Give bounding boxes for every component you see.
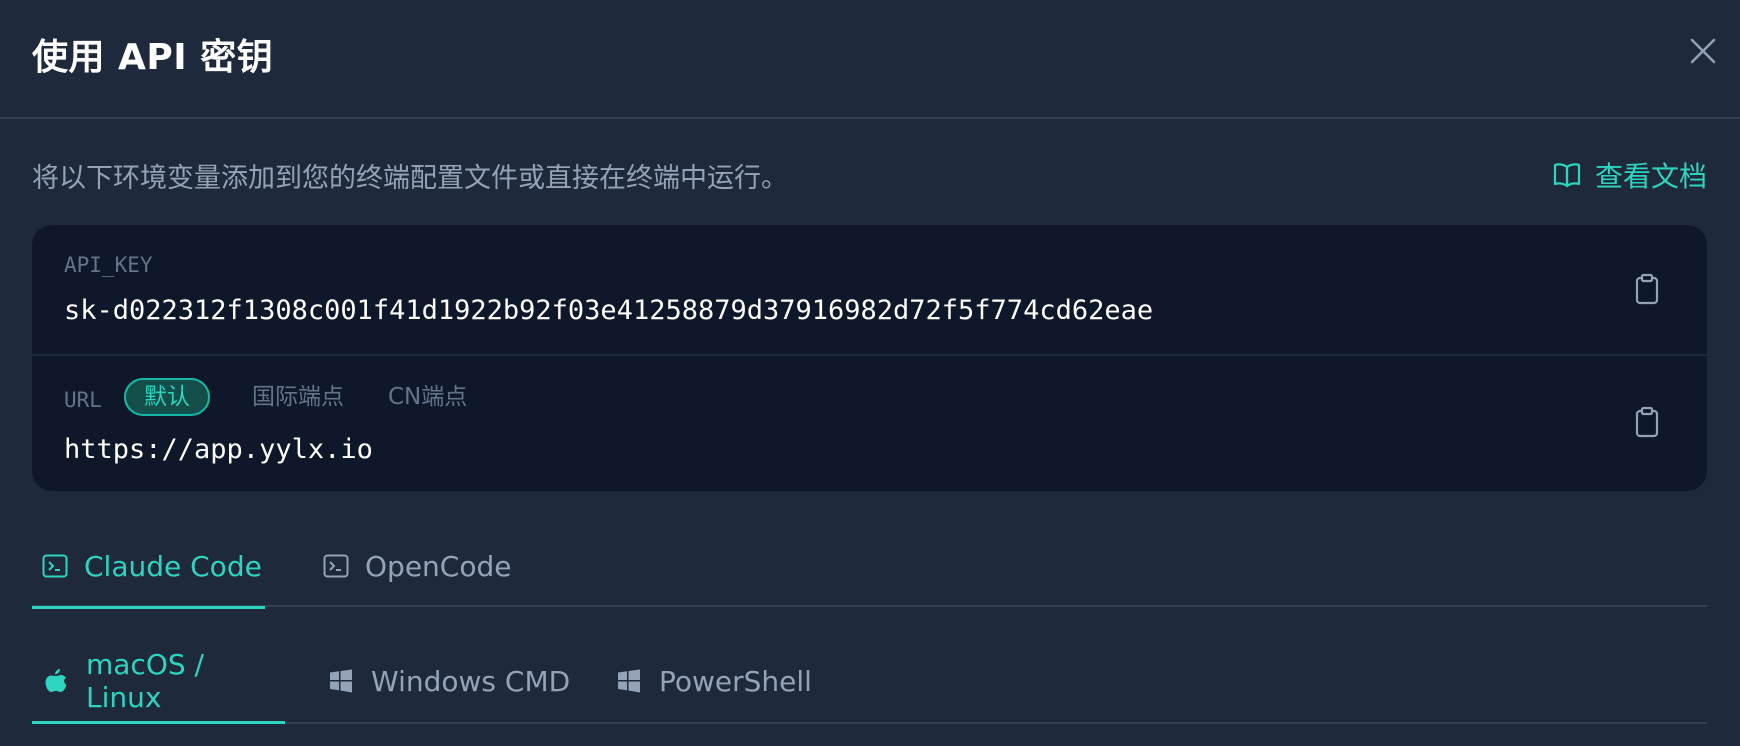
- windows-icon: [329, 669, 353, 693]
- terminal-icon: [323, 554, 349, 578]
- apple-icon: [44, 667, 68, 695]
- endpoint-tab-international[interactable]: 国际端点: [240, 378, 356, 416]
- tab-windows-cmd[interactable]: Windows CMD: [329, 640, 570, 722]
- dialog-description: 将以下环境变量添加到您的终端配置文件或直接在终端中运行。: [32, 163, 788, 194]
- terminal-icon: [42, 554, 68, 578]
- copy-url-button[interactable]: [1634, 406, 1660, 438]
- api-key-row: API_KEY sk-d022312f1308c001f41d1922b92f0…: [32, 225, 1707, 356]
- tab-macos-linux-label: macOS / Linux: [86, 648, 204, 714]
- url-row: URL 默认 国际端点 CN端点 https://app.yylx.io: [32, 354, 1707, 491]
- credentials-card: API_KEY sk-d022312f1308c001f41d1922b92f0…: [32, 225, 1707, 491]
- os-tabs: macOS / Linux Windows CMD PowerShell: [32, 640, 1707, 724]
- clipboard-icon: [1634, 273, 1660, 305]
- tab-powershell[interactable]: PowerShell: [617, 640, 812, 722]
- tab-claude-code-label: Claude Code: [84, 549, 262, 583]
- tab-opencode[interactable]: OpenCode: [323, 525, 511, 607]
- tab-opencode-label: OpenCode: [365, 549, 512, 583]
- endpoint-tab-default[interactable]: 默认: [124, 378, 210, 416]
- book-icon: [1553, 162, 1581, 188]
- docs-link-label: 查看文档: [1594, 160, 1707, 193]
- view-docs-link[interactable]: 查看文档: [1553, 155, 1707, 195]
- windows-icon: [617, 669, 641, 693]
- tab-windows-cmd-label: Windows CMD: [371, 664, 571, 698]
- endpoint-tabs: 默认 国际端点 CN端点: [124, 378, 499, 416]
- url-label: URL: [64, 388, 102, 412]
- tab-powershell-label: PowerShell: [659, 664, 812, 698]
- close-button[interactable]: [1688, 36, 1718, 66]
- dialog-header: 使用 API 密钥: [0, 0, 1740, 119]
- endpoint-tab-cn[interactable]: CN端点: [376, 378, 479, 416]
- copy-api-key-button[interactable]: [1634, 273, 1660, 305]
- tool-tabs: Claude Code OpenCode: [32, 525, 1707, 609]
- url-value[interactable]: https://app.yylx.io: [64, 434, 373, 465]
- dialog-title: 使用 API 密钥: [32, 37, 274, 78]
- api-key-label: API_KEY: [64, 253, 153, 277]
- tab-claude-code[interactable]: Claude Code: [32, 525, 265, 609]
- api-key-value[interactable]: sk-d022312f1308c001f41d1922b92f03e412588…: [64, 295, 1153, 326]
- close-icon: [1688, 36, 1718, 66]
- tab-macos-linux[interactable]: macOS / Linux: [32, 640, 285, 724]
- clipboard-icon: [1634, 406, 1660, 438]
